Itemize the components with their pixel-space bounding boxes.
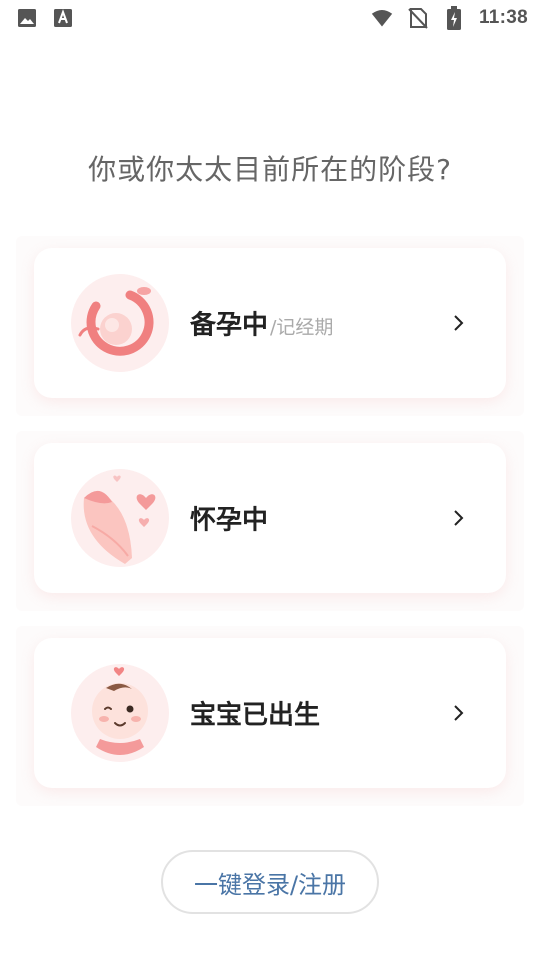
stage-label: 备孕中 /记经期 — [190, 305, 333, 342]
page-question: 你或你太太目前所在的阶段? — [88, 153, 452, 186]
stage-title: 怀孕中 — [190, 505, 269, 536]
battery-charging-icon — [443, 6, 465, 30]
stage-label: 怀孕中 — [190, 500, 270, 537]
login-register-button[interactable]: 一键登录/注册 — [161, 850, 379, 914]
image-notification-icon — [16, 7, 38, 29]
chevron-right-icon — [454, 510, 464, 526]
stage-title: 宝宝已出生 — [190, 700, 321, 731]
stage-subtitle: /记经期 — [270, 316, 334, 339]
chevron-right-icon — [454, 705, 464, 721]
ovulation-illustration-icon — [70, 273, 170, 373]
stage-title: 备孕中 — [190, 310, 269, 341]
status-bar: 11:38 — [0, 0, 540, 36]
chevron-right-icon — [454, 315, 464, 331]
stage-card-pregnant[interactable]: 怀孕中 — [34, 443, 506, 593]
stage-card-container: 备孕中 /记经期 — [16, 236, 524, 416]
stage-card-trying-to-conceive[interactable]: 备孕中 /记经期 — [34, 248, 506, 398]
text-notification-icon — [52, 7, 74, 29]
no-sim-icon — [407, 7, 429, 29]
stage-label: 宝宝已出生 — [190, 695, 322, 732]
pregnant-belly-illustration-icon — [70, 468, 170, 568]
stage-card-container: 怀孕中 — [16, 431, 524, 611]
status-time: 11:38 — [478, 7, 528, 28]
baby-illustration-icon — [70, 663, 170, 763]
stage-card-baby-born[interactable]: 宝宝已出生 — [34, 638, 506, 788]
stage-card-container: 宝宝已出生 — [16, 626, 524, 806]
wifi-icon — [371, 7, 393, 29]
